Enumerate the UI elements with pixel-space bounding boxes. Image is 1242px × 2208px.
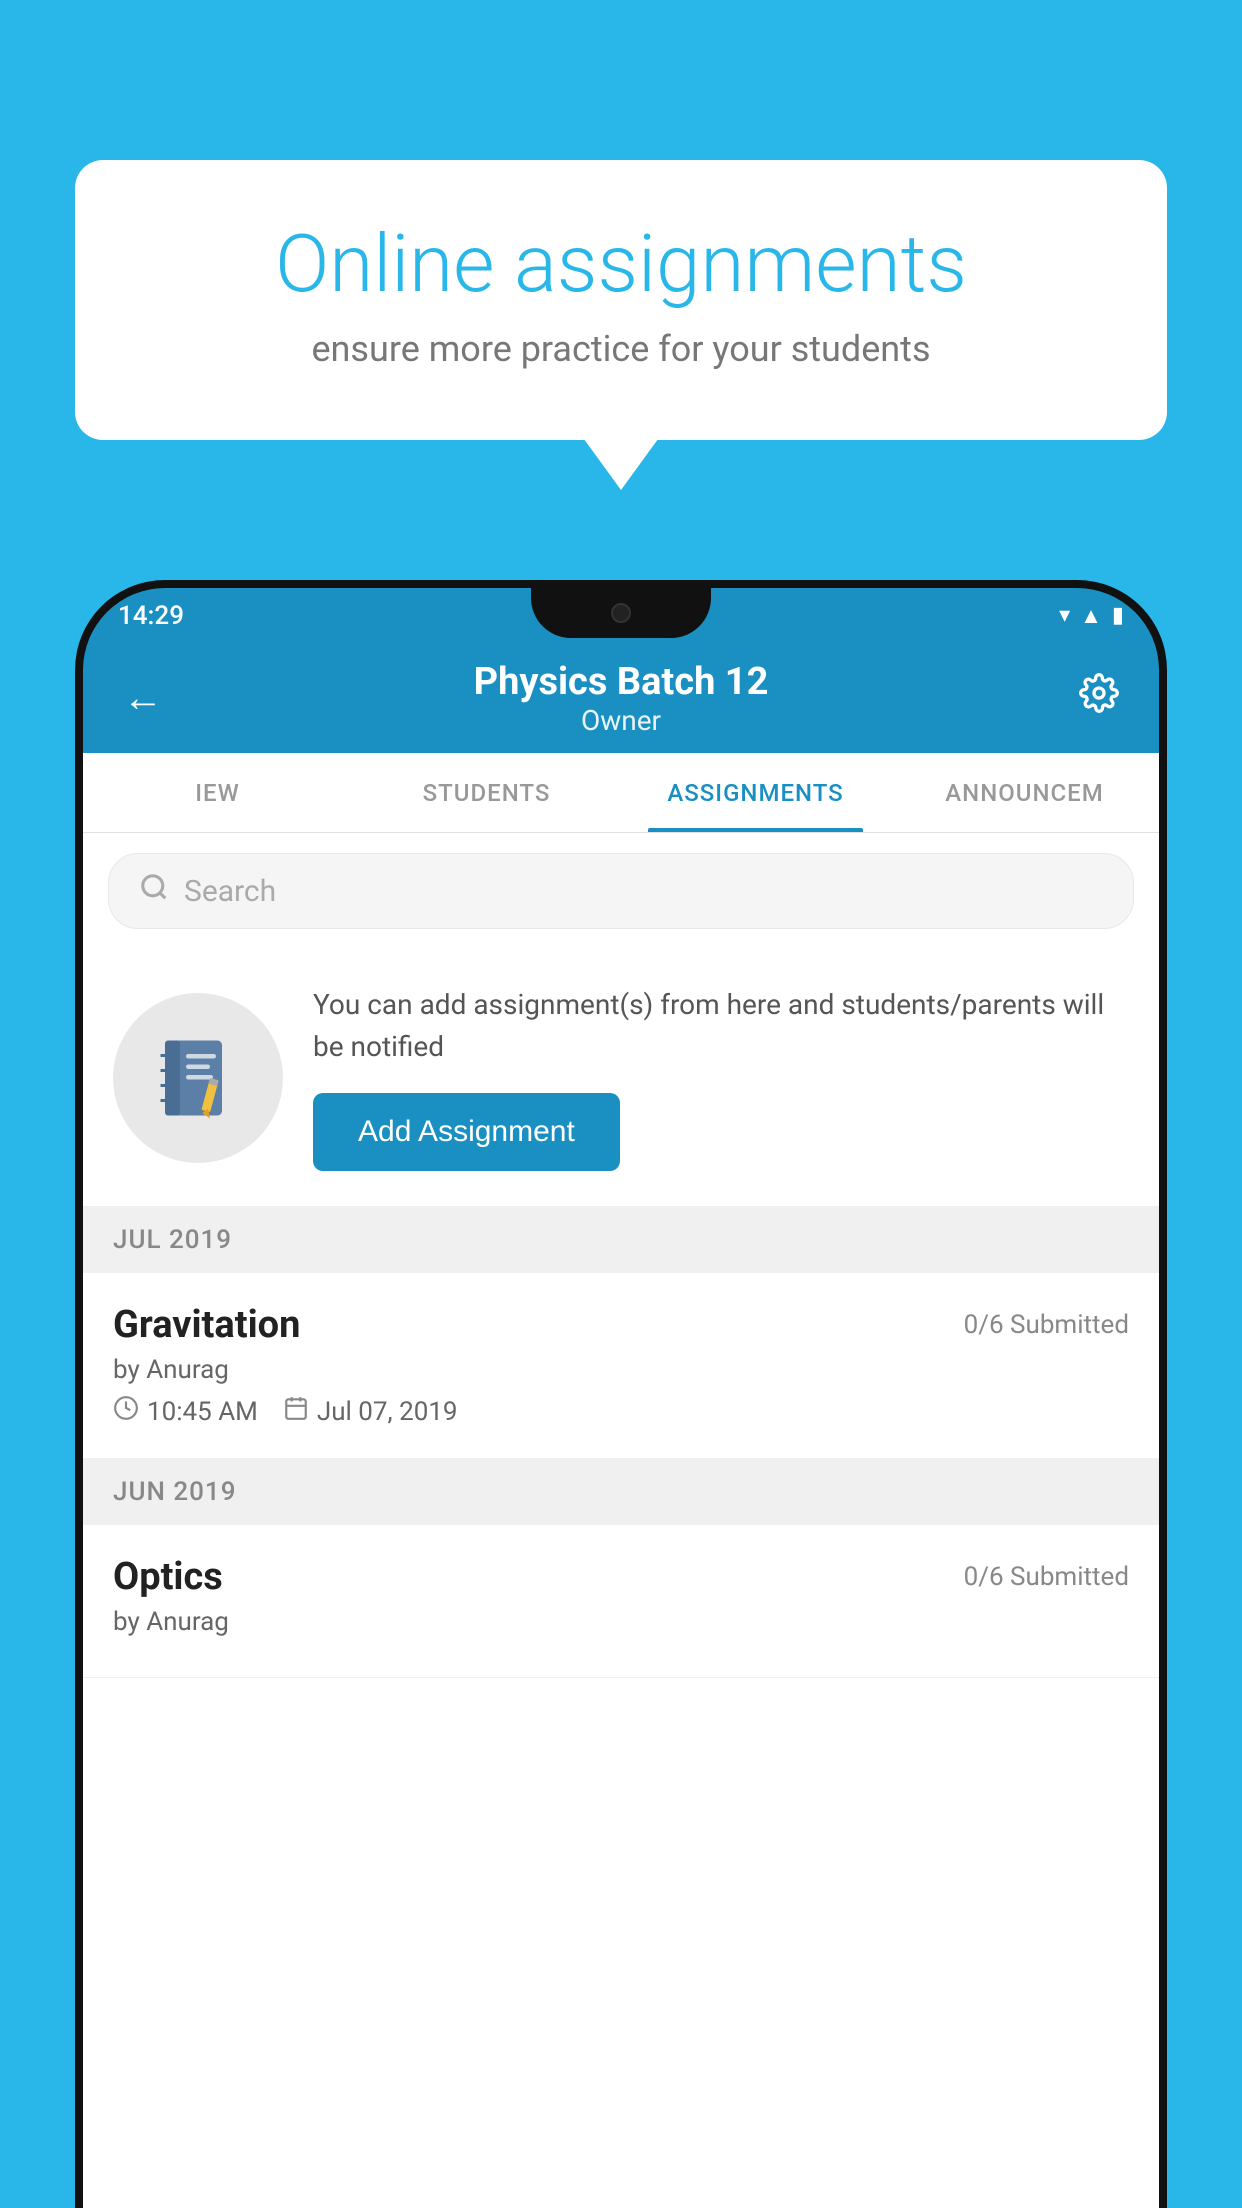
gear-icon — [1079, 673, 1119, 713]
optics-name: Optics — [113, 1555, 223, 1599]
notebook-icon — [153, 1033, 243, 1123]
assignment-submitted: 0/6 Submitted — [964, 1310, 1129, 1340]
time-meta: 10:45 AM — [113, 1395, 258, 1428]
notebook-icon-circle — [113, 993, 283, 1163]
optics-submitted: 0/6 Submitted — [964, 1562, 1129, 1592]
promo-subtitle: ensure more practice for your students — [145, 328, 1097, 370]
tab-students[interactable]: STUDENTS — [352, 753, 621, 832]
optics-by: by Anurag — [113, 1607, 1129, 1637]
signal-icon: ▲ — [1080, 603, 1102, 629]
search-bar[interactable]: Search — [108, 853, 1134, 929]
assignment-name: Gravitation — [113, 1303, 300, 1347]
assignment-item-optics[interactable]: Optics 0/6 Submitted by Anurag — [83, 1525, 1159, 1678]
calendar-icon — [283, 1395, 309, 1428]
date-meta: Jul 07, 2019 — [283, 1395, 458, 1428]
promo-info-section: You can add assignment(s) from here and … — [83, 949, 1159, 1207]
front-camera — [611, 603, 631, 623]
app-bar: ← Physics Batch 12 Owner — [83, 643, 1159, 753]
wifi-icon: ▾ — [1059, 603, 1070, 628]
app-bar-subtitle: Owner — [474, 704, 769, 737]
search-container: Search — [83, 833, 1159, 949]
assignment-meta: 10:45 AM Jul 07, 2019 — [113, 1395, 1129, 1428]
assignment-top: Gravitation 0/6 Submitted — [113, 1303, 1129, 1347]
app-bar-title: Physics Batch 12 — [474, 660, 769, 704]
back-button[interactable]: ← — [123, 676, 163, 721]
promo-card: Online assignments ensure more practice … — [75, 160, 1167, 440]
search-placeholder: Search — [184, 874, 276, 909]
assignment-date: Jul 07, 2019 — [317, 1397, 458, 1427]
assignment-item-gravitation[interactable]: Gravitation 0/6 Submitted by Anurag 10:4… — [83, 1273, 1159, 1459]
battery-icon: ▮ — [1112, 603, 1124, 628]
assignment-time: 10:45 AM — [147, 1397, 258, 1427]
phone-frame: 14:29 ▾ ▲ ▮ ← Physics Batch 12 Owner — [75, 580, 1167, 2208]
search-icon — [139, 872, 169, 910]
month-header-jun: JUN 2019 — [83, 1459, 1159, 1525]
content-area: Search — [83, 833, 1159, 2208]
phone-notch — [531, 588, 711, 638]
tab-announcements[interactable]: ANNOUNCEM — [890, 753, 1159, 832]
app-bar-title-block: Physics Batch 12 Owner — [474, 660, 769, 737]
promo-title: Online assignments — [145, 220, 1097, 308]
assignment-top-optics: Optics 0/6 Submitted — [113, 1555, 1129, 1599]
clock-icon — [113, 1395, 139, 1428]
promo-description: You can add assignment(s) from here and … — [313, 984, 1129, 1068]
phone-inner: 14:29 ▾ ▲ ▮ ← Physics Batch 12 Owner — [83, 588, 1159, 2208]
month-header-jul: JUL 2019 — [83, 1207, 1159, 1273]
status-icons: ▾ ▲ ▮ — [1059, 603, 1124, 629]
status-time: 14:29 — [118, 601, 184, 631]
tab-iew[interactable]: IEW — [83, 753, 352, 832]
settings-button[interactable] — [1079, 673, 1119, 723]
tabs-bar: IEW STUDENTS ASSIGNMENTS ANNOUNCEM — [83, 753, 1159, 833]
assignment-by: by Anurag — [113, 1355, 1129, 1385]
promo-text-area: You can add assignment(s) from here and … — [313, 984, 1129, 1171]
tab-assignments[interactable]: ASSIGNMENTS — [621, 753, 890, 832]
add-assignment-button[interactable]: Add Assignment — [313, 1093, 620, 1171]
